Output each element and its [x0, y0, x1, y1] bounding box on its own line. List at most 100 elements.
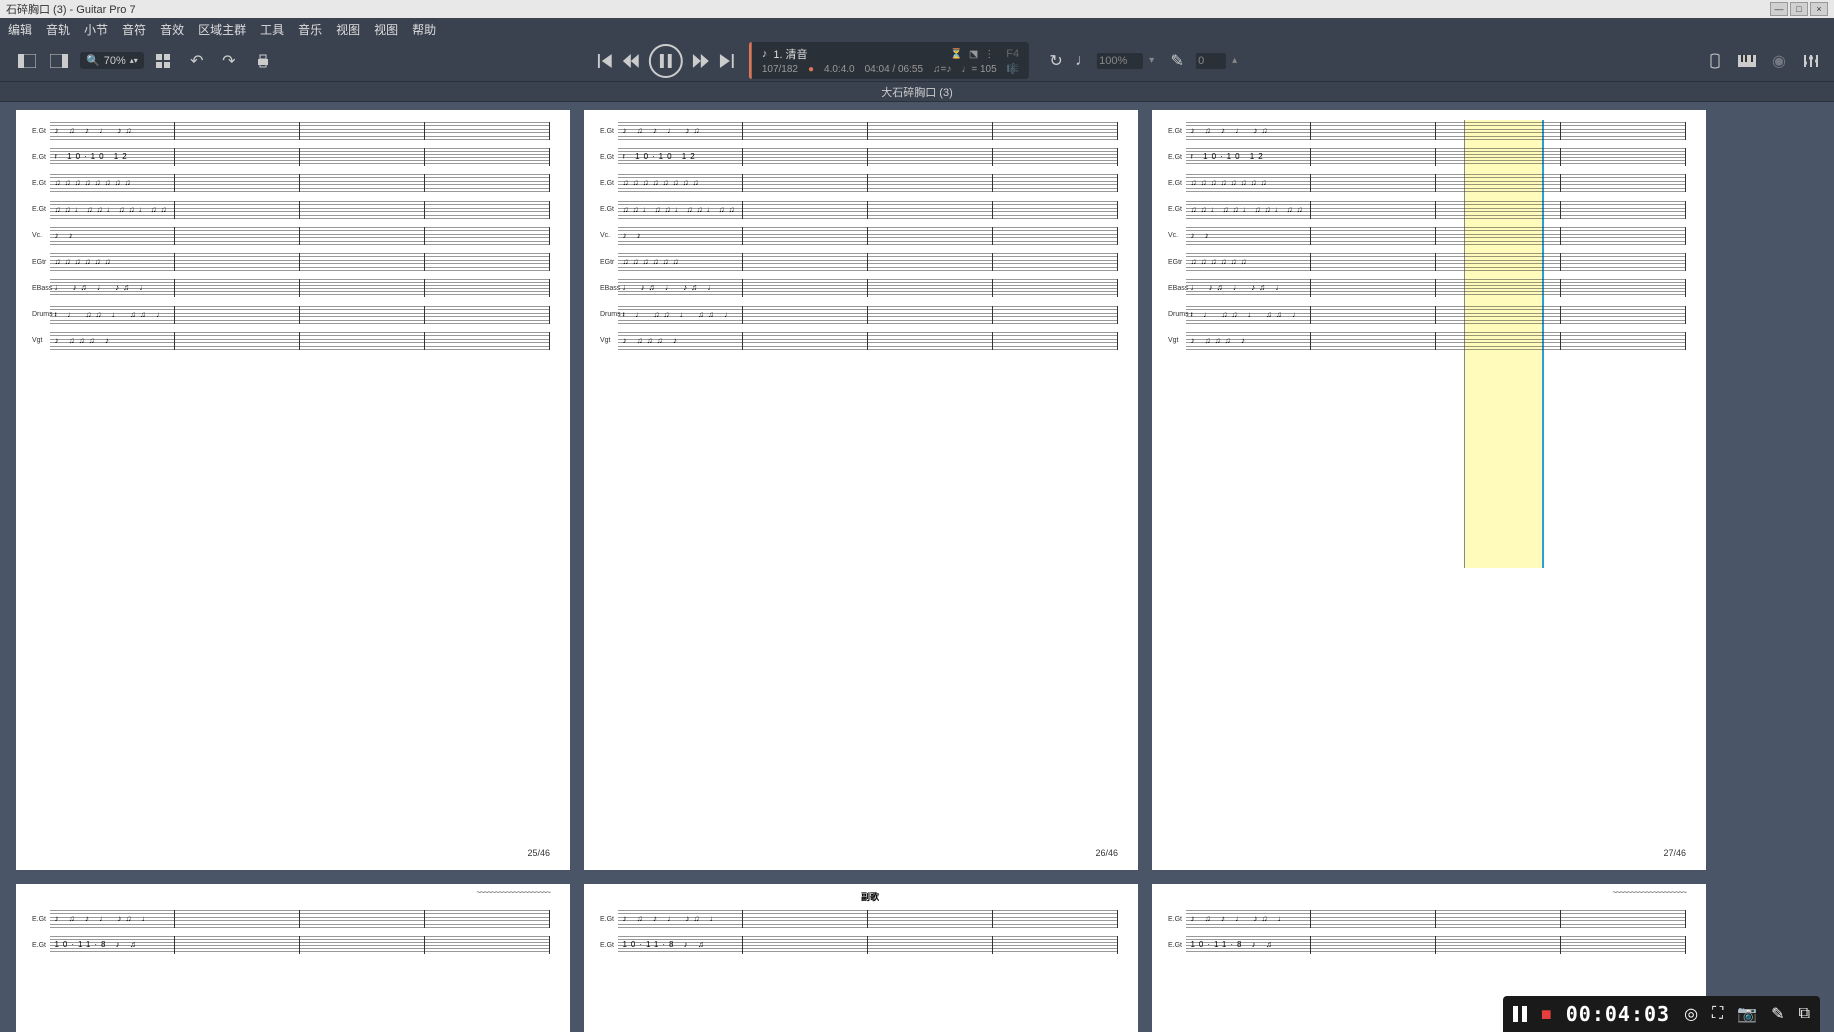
panel-left-icon[interactable]	[14, 48, 40, 74]
loop-icon[interactable]: ↻	[1043, 48, 1069, 74]
recorder-expand-icon[interactable]: ⧉	[1799, 1005, 1810, 1023]
recorder-pencil-icon[interactable]: ✎	[1771, 1004, 1784, 1024]
page-number: 26/46	[1095, 848, 1118, 858]
tuning-icon[interactable]: ✎	[1164, 48, 1190, 74]
countdown-icon[interactable]: ⏳	[950, 49, 962, 60]
zoom-stepper-icon[interactable]: ▴▾	[130, 56, 138, 65]
staff[interactable]: ♪ ♫ ♪ ♩ ♪♫	[1186, 122, 1686, 140]
staff[interactable]: 𝄽 10·10 12	[1186, 148, 1686, 166]
skip-end-icon[interactable]	[715, 49, 739, 73]
redo-icon[interactable]: ↷	[216, 48, 242, 74]
staff[interactable]: ♪ ♫♫♫ ♪	[618, 332, 1118, 350]
staff[interactable]: ♪ ♫ ♪ ♩ ♪♫	[618, 122, 1118, 140]
notation: 𝄽 10·10 12	[618, 148, 1118, 166]
track-label: Vc.	[32, 232, 46, 239]
staff[interactable]: 𝄽 10·10 12	[50, 148, 550, 166]
staff[interactable]: ♪ ♫♫♫ ♪	[50, 332, 550, 350]
menu-region[interactable]: 区域主群	[198, 21, 246, 38]
recorder-target-icon[interactable]: ◎	[1684, 1004, 1698, 1024]
fretboard-icon[interactable]	[1702, 48, 1728, 74]
minimize-button[interactable]: —	[1770, 2, 1788, 16]
pause-button[interactable]	[649, 44, 683, 78]
toolbar: 🔍 70% ▴▾ ↶ ↷	[0, 40, 1834, 82]
staff[interactable]: ♫♫♫♫♫♫♫♫	[50, 174, 550, 192]
menu-effects[interactable]: 音效	[160, 21, 184, 38]
track-label: EBass	[600, 285, 614, 292]
notation: ♫♫♩♫♫♩♫♫♩♫♫	[50, 201, 550, 219]
staff[interactable]: ♫♫♫♫♫♫	[1186, 253, 1686, 271]
staff[interactable]: ♩ ♪♫ ♩ ♪♫ ♩	[1186, 279, 1686, 297]
staff[interactable]: ♩ ♪♫ ♩ ♪♫ ♩	[50, 279, 550, 297]
tuning-fork-icon[interactable]: 🎼	[1007, 64, 1019, 75]
staff[interactable]: ♪ ♫ ♪ ♩ ♪♫ ♩	[1186, 910, 1686, 928]
recorder-pause-button[interactable]	[1513, 1006, 1527, 1022]
staff[interactable]: 𝄽 ♩ ♫♫ ♩ ♫♫ ♩	[50, 306, 550, 324]
keyboard-icon[interactable]	[1734, 48, 1760, 74]
menu-track[interactable]: 音轨	[46, 21, 70, 38]
recorder-camera-icon[interactable]: 📷	[1737, 1004, 1757, 1024]
staff[interactable]: ♫♫♩♫♫♩♫♫♩♫♫	[618, 201, 1118, 219]
staff[interactable]: ♫♫♩♫♫♩♫♫♩♫♫	[50, 201, 550, 219]
layout-icon[interactable]	[150, 48, 176, 74]
staff[interactable]: 𝄽 10·10 12	[618, 148, 1118, 166]
speed-input[interactable]	[1097, 53, 1143, 69]
staff[interactable]: 𝄽 ♩ ♫♫ ♩ ♫♫ ♩	[618, 306, 1118, 324]
menu-tools[interactable]: 工具	[260, 21, 284, 38]
transpose-input[interactable]	[1196, 53, 1226, 69]
notation: ♪ ♫ ♪ ♩ ♪♫ ♩	[50, 910, 550, 928]
metronome-icon[interactable]: ⬔	[969, 49, 978, 60]
track-label: E.Gt	[600, 206, 614, 213]
close-button[interactable]: ×	[1810, 2, 1828, 16]
note-display: F4	[1006, 48, 1019, 60]
staff[interactable]: ♫♫♩♫♫♩♫♫♩♫♫	[1186, 201, 1686, 219]
staff[interactable]: ♪ ♫ ♪ ♩ ♪♫	[50, 122, 550, 140]
staff[interactable]: 10·11·8 ♪ ♫	[50, 936, 550, 954]
transpose-up-icon[interactable]: ▴	[1232, 55, 1237, 66]
staff[interactable]: 10·11·8 ♪ ♫	[618, 936, 1118, 954]
staff[interactable]: 𝄽 ♩ ♫♫ ♩ ♫♫ ♩	[1186, 306, 1686, 324]
staff[interactable]: ♪ ♫ ♪ ♩ ♪♫ ♩	[618, 910, 1118, 928]
notation: ♫♫♩♫♫♩♫♫♩♫♫	[1186, 201, 1686, 219]
staff[interactable]: 10·11·8 ♪ ♫	[1186, 936, 1686, 954]
panel-right-icon[interactable]	[46, 48, 72, 74]
staff[interactable]: ♪ ♫ ♪ ♩ ♪♫ ♩	[50, 910, 550, 928]
staff[interactable]: ♫♫♫♫♫♫♫♫	[618, 174, 1118, 192]
staff[interactable]: ♪ ♪	[50, 227, 550, 245]
forward-icon[interactable]	[689, 49, 713, 73]
menu-bar: 编辑 音轨 小节 音符 音效 区域主群 工具 音乐 视图 视图 帮助	[0, 18, 1834, 40]
mixer-icon[interactable]	[1798, 48, 1824, 74]
track-label: E.Gt	[1168, 180, 1182, 187]
notation: 𝄽 ♩ ♫♫ ♩ ♫♫ ♩	[1186, 306, 1686, 324]
drum-icon[interactable]: ◉	[1766, 48, 1792, 74]
menu-view2[interactable]: 视图	[374, 21, 398, 38]
menu-view[interactable]: 视图	[336, 21, 360, 38]
more-icon[interactable]: ⋮	[984, 49, 994, 60]
staff[interactable]: ♫♫♫♫♫♫	[50, 253, 550, 271]
undo-icon[interactable]: ↶	[184, 48, 210, 74]
document-tab[interactable]: 大石碎胸口 (3)	[881, 84, 953, 100]
maximize-button[interactable]: □	[1790, 2, 1808, 16]
rewind-icon[interactable]	[619, 49, 643, 73]
notation: ♫♫♫♫♫♫♫♫	[618, 174, 1118, 192]
menu-edit[interactable]: 编辑	[8, 21, 32, 38]
print-icon[interactable]	[250, 48, 276, 74]
menu-bar-item[interactable]: 小节	[84, 21, 108, 38]
staff[interactable]: ♫♫♫♫♫♫	[618, 253, 1118, 271]
staff[interactable]: ♫♫♫♫♫♫♫♫	[1186, 174, 1686, 192]
track-label: EBass	[1168, 285, 1182, 292]
menu-note[interactable]: 音符	[122, 21, 146, 38]
score-viewport[interactable]: E.Gt ♪ ♫ ♪ ♩ ♪♫ E.Gt 𝄽 10·10 12 E.Gt ♫♫♫…	[0, 102, 1834, 1032]
staff[interactable]: ♩ ♪♫ ♩ ♪♫ ♩	[618, 279, 1118, 297]
menu-sound[interactable]: 音乐	[298, 21, 322, 38]
staff[interactable]: ♪ ♪	[1186, 227, 1686, 245]
staff[interactable]: ♪ ♪	[618, 227, 1118, 245]
staff[interactable]: ♪ ♫♫♫ ♪	[1186, 332, 1686, 350]
skip-start-icon[interactable]	[593, 49, 617, 73]
zoom-control[interactable]: 🔍 70% ▴▾	[80, 52, 144, 69]
notation: ♪ ♫ ♪ ♩ ♪♫ ♩	[618, 910, 1118, 928]
recorder-stop-button[interactable]: ■	[1541, 1004, 1552, 1025]
track-label: Vc.	[1168, 232, 1182, 239]
recorder-crop-icon[interactable]: ⛶	[1712, 1005, 1723, 1023]
menu-help[interactable]: 帮助	[412, 21, 436, 38]
transport-controls: ♪ 1. 清音 ⏳ ⬔ ⋮ F4 107/182 ● 4.0:4.0 04:04…	[593, 42, 1241, 79]
